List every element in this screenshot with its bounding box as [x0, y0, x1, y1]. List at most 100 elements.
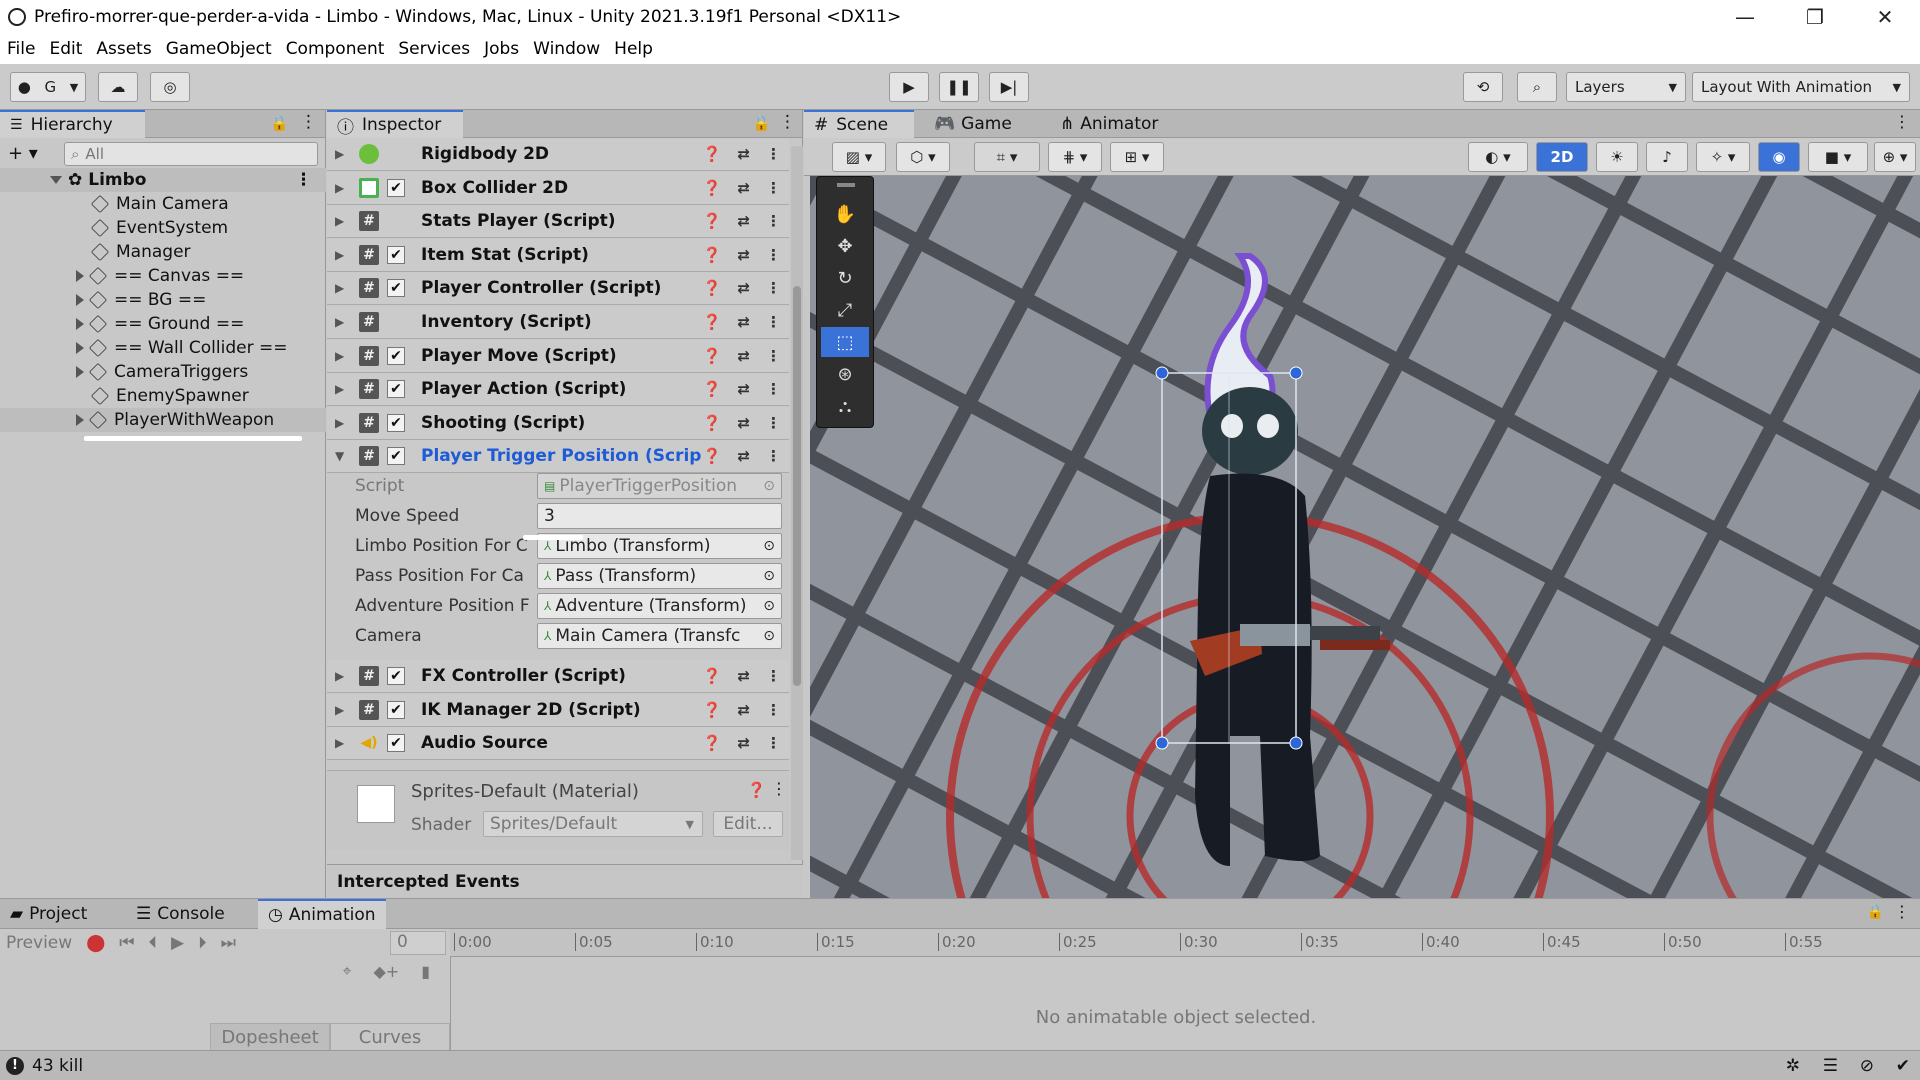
event-marker-icon[interactable]: ▮ — [421, 962, 430, 981]
check-icon[interactable]: ✔ — [1896, 1056, 1910, 1076]
layers-dropdown[interactable]: Layers ▼ — [1566, 72, 1686, 102]
component-enable-checkbox[interactable]: ✔ — [387, 700, 405, 719]
mode-2d-toggle[interactable]: 2D — [1536, 142, 1588, 172]
component-enable-checkbox[interactable]: ✔ — [387, 245, 405, 264]
scene-viewport[interactable]: ✋ ✥ ↻ ⤢ ⬚ ⊛ ⛬ — [810, 176, 1920, 898]
help-icon[interactable]: ❓ — [703, 447, 722, 465]
help-icon[interactable]: ❓ — [703, 347, 722, 365]
component-enable-checkbox[interactable]: ✔ — [387, 346, 405, 365]
cache-icon[interactable]: ☰ — [1823, 1056, 1838, 1076]
component-header[interactable]: ▶ # ✔ Player Action (Script) ❓ ⇄ ⋮ — [327, 373, 789, 407]
help-icon[interactable]: ❓ — [703, 667, 722, 685]
frame-input[interactable]: 0 — [390, 931, 446, 955]
chevron-right-icon[interactable]: ▶ — [335, 248, 353, 262]
menu-window[interactable]: Window — [526, 39, 607, 59]
chevron-right-icon[interactable]: ▶ — [335, 349, 353, 363]
curves-tab[interactable]: Curves — [330, 1023, 450, 1051]
presets-icon[interactable]: ⇄ — [737, 380, 750, 398]
menu-jobs[interactable]: Jobs — [477, 39, 526, 59]
menu-assets[interactable]: Assets — [89, 39, 158, 59]
component-enable-checkbox[interactable]: ✔ — [387, 178, 405, 197]
component-enable-checkbox[interactable]: ✔ — [387, 380, 405, 399]
more-menu-icon[interactable]: ⋮ — [766, 447, 781, 465]
presets-icon[interactable]: ⇄ — [737, 145, 750, 163]
hierarchy-item[interactable]: Manager — [0, 240, 326, 264]
add-event-icon[interactable]: ◆+ — [373, 962, 399, 981]
tab-console[interactable]: ☰ Console — [126, 899, 235, 929]
chevron-right-icon[interactable]: ▶ — [335, 214, 353, 228]
tab-game[interactable]: 🎮 Game — [924, 110, 1022, 138]
chevron-right-icon[interactable]: ▶ — [335, 281, 353, 295]
component-enable-checkbox[interactable]: ✔ — [387, 667, 405, 685]
presets-icon[interactable]: ⇄ — [737, 701, 750, 719]
transform-tool-icon[interactable]: ⊛ — [821, 359, 869, 389]
number-field[interactable]: 3 — [537, 503, 782, 529]
expand-arrow-icon[interactable] — [76, 270, 84, 282]
component-header[interactable]: ▼ # ✔ Player Trigger Position (Scrip ❓ ⇄ ⋮ — [327, 440, 789, 474]
component-header[interactable]: ▶ # ✔ IK Manager 2D (Script) ❓ ⇄ ⋮ — [327, 693, 789, 727]
help-icon[interactable]: ❓ — [703, 179, 722, 197]
status-message[interactable]: 43 kill — [32, 1056, 83, 1076]
help-icon[interactable]: ❓ — [703, 414, 722, 432]
tab-inspector[interactable]: ⓘ Inspector — [327, 110, 463, 138]
help-icon[interactable]: ❓ — [703, 212, 722, 230]
chevron-right-icon[interactable]: ▶ — [335, 147, 353, 161]
hierarchy-item[interactable]: Main Camera — [0, 192, 326, 216]
more-menu-icon[interactable]: ⋮ — [766, 145, 781, 163]
inspector-scrollbar[interactable] — [791, 146, 803, 860]
play-button[interactable]: ▶ — [889, 72, 929, 102]
step-button[interactable]: ▶| — [989, 72, 1029, 102]
more-menu-icon[interactable]: ⋮ — [779, 112, 796, 132]
more-menu-icon[interactable]: ⋮ — [766, 347, 781, 365]
tab-animation[interactable]: ◷ Animation — [258, 899, 386, 929]
hierarchy-item[interactable]: == Canvas == — [0, 264, 326, 288]
presets-icon[interactable]: ⇄ — [737, 414, 750, 432]
component-header[interactable]: ▶ ◀) ✔ Audio Source ❓ ⇄ ⋮ — [327, 727, 789, 761]
hierarchy-item[interactable]: == Ground == — [0, 312, 326, 336]
presets-icon[interactable]: ⇄ — [737, 667, 750, 685]
component-enable-checkbox[interactable]: ✔ — [387, 734, 405, 753]
component-header[interactable]: ▶ # ✔ Player Controller (Script) ❓ ⇄ ⋮ — [327, 272, 789, 306]
scrollbar-thumb[interactable] — [793, 286, 801, 686]
history-button[interactable]: ⟲ — [1463, 72, 1503, 102]
more-menu-icon[interactable]: ⋮ — [766, 667, 781, 685]
component-enable-checkbox[interactable]: ✔ — [387, 279, 405, 298]
rect-handle[interactable] — [1289, 366, 1303, 380]
gizmos-button[interactable]: ⊕ ▾ — [1874, 142, 1916, 172]
scene-root-row[interactable]: ✿ Limbo ⋮ — [0, 168, 326, 192]
object-field[interactable]: ⅄ Main Camera (Transfc ⊙ — [537, 623, 782, 649]
rect-handle[interactable] — [1155, 366, 1169, 380]
hierarchy-item[interactable]: == BG == — [0, 288, 326, 312]
help-icon[interactable]: ❓ — [703, 246, 722, 264]
chevron-right-icon[interactable]: ▶ — [335, 315, 353, 329]
collab-button[interactable]: ◎ — [150, 72, 190, 102]
menu-services[interactable]: Services — [391, 39, 477, 59]
object-picker-icon[interactable]: ⊙ — [763, 628, 775, 644]
dopesheet-tab[interactable]: Dopesheet — [210, 1023, 330, 1051]
grid-snap-button[interactable]: ⌗ ▾ — [974, 142, 1040, 172]
play-icon[interactable]: ▶ — [171, 933, 184, 953]
menu-gameobject[interactable]: GameObject — [159, 39, 279, 59]
object-picker-icon[interactable]: ⊙ — [763, 568, 775, 584]
rect-handle[interactable] — [1289, 736, 1303, 750]
move-tool-icon[interactable]: ✥ — [821, 231, 869, 261]
more-menu-icon[interactable]: ⋮ — [766, 414, 781, 432]
record-icon[interactable]: ⬤ — [86, 933, 105, 953]
close-button[interactable]: ✕ — [1850, 0, 1920, 34]
pause-button[interactable]: ❚❚ — [939, 72, 979, 102]
more-menu-icon[interactable]: ⋮ — [300, 112, 317, 132]
lock-icon[interactable]: 🔒 — [1867, 904, 1884, 920]
more-menu-icon[interactable]: ⋮ — [766, 279, 781, 297]
more-menu-icon[interactable]: ⋮ — [766, 701, 781, 719]
help-icon[interactable]: ❓ — [703, 380, 722, 398]
chevron-right-icon[interactable]: ▶ — [335, 181, 353, 195]
component-header[interactable]: ▶ # ✔ FX Controller (Script) ❓ ⇄ ⋮ — [327, 660, 789, 693]
custom-tool-icon[interactable]: ⛬ — [821, 391, 869, 421]
render-mode-button[interactable]: ⬡ ▾ — [896, 142, 950, 172]
menu-help[interactable]: Help — [607, 39, 660, 59]
tab-hierarchy[interactable]: ☰ Hierarchy — [0, 110, 145, 138]
rect-handle[interactable] — [1155, 736, 1169, 750]
component-header[interactable]: ▶ # ✔ Item Stat (Script) ❓ ⇄ ⋮ — [327, 238, 789, 272]
camera-button[interactable]: ■ ▾ — [1808, 142, 1868, 172]
more-menu-icon[interactable]: ⋮ — [1894, 902, 1910, 921]
